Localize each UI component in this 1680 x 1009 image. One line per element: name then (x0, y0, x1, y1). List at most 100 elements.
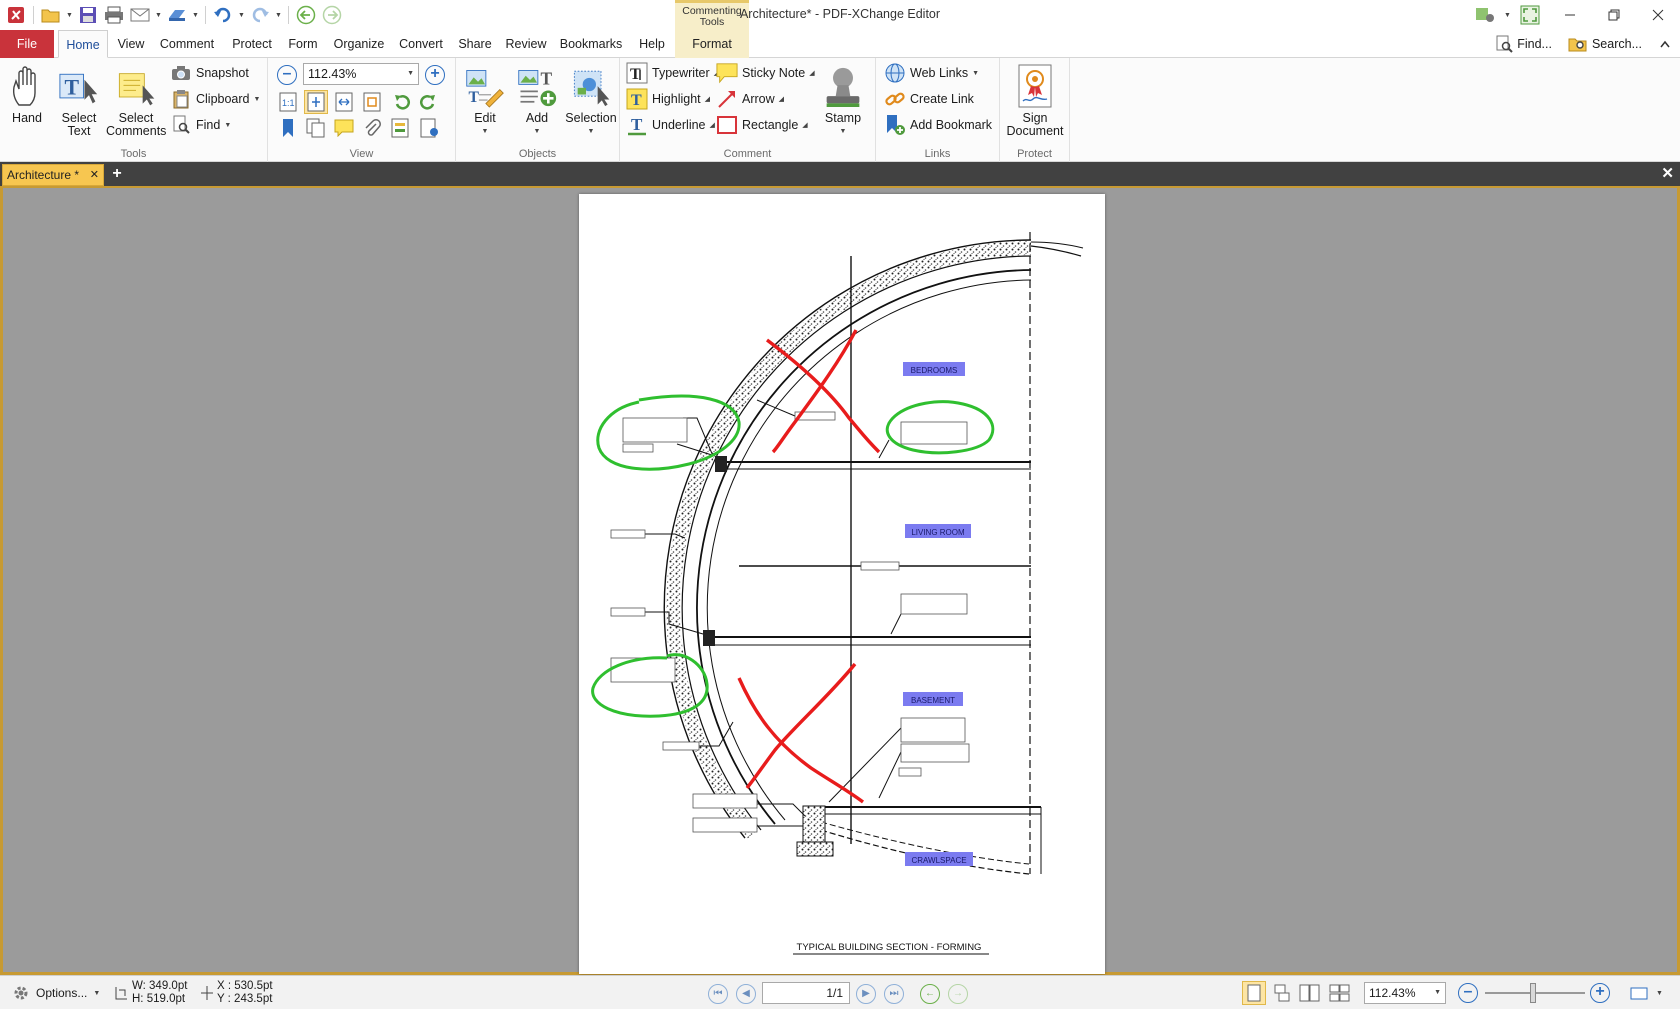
chevron-down-icon[interactable]: ▼ (1656, 976, 1663, 1009)
tab-form[interactable]: Form (282, 30, 324, 58)
snapshot-button[interactable]: Snapshot (170, 62, 249, 84)
attachments-pane-icon[interactable] (360, 116, 384, 140)
chevron-down-icon[interactable]: ▼ (65, 3, 74, 27)
page-number-input[interactable]: 1/1 (762, 982, 850, 1004)
collapse-ribbon-icon[interactable] (1650, 40, 1680, 48)
tab-format[interactable]: Format (675, 30, 749, 58)
facing-view-icon[interactable] (1298, 981, 1322, 1005)
sign-document-button[interactable]: Sign Document (1002, 62, 1068, 138)
single-page-view-icon[interactable] (1242, 981, 1266, 1005)
web-links-button[interactable]: Web Links ▼ (884, 62, 979, 84)
search-button[interactable]: Search... (1560, 35, 1650, 53)
zoom-slider-thumb[interactable] (1530, 983, 1536, 1003)
zoom-in-icon[interactable]: + (425, 65, 445, 85)
scan-icon[interactable] (165, 3, 189, 27)
stamp-button[interactable]: Stamp ▼ (818, 62, 868, 138)
zoom-level-select[interactable]: 112.43% ▼ (303, 63, 419, 85)
document-tab[interactable]: Architecture * ✕ (2, 164, 104, 186)
redo-icon[interactable] (248, 3, 272, 27)
tab-review[interactable]: Review (502, 30, 550, 58)
back-view-icon[interactable]: ← (920, 984, 940, 1004)
sticky-note-button[interactable]: Sticky Note ◢ (716, 62, 815, 84)
selection-button[interactable]: Selection ▼ (564, 62, 618, 138)
fit-visible-icon[interactable] (360, 90, 384, 114)
chevron-down-icon[interactable]: ▼ (1503, 3, 1512, 27)
bookmarks-pane-icon[interactable] (276, 116, 300, 140)
edit-button[interactable]: T Edit ▼ (460, 62, 510, 138)
arrow-button[interactable]: Arrow ◢ (716, 88, 784, 110)
rotate-left-icon[interactable] (390, 90, 414, 114)
ui-options-icon[interactable] (1469, 0, 1503, 30)
fit-page-icon[interactable] (304, 90, 328, 114)
red-cross-annotation[interactable] (745, 662, 857, 790)
previous-page-icon[interactable]: ◀ (736, 984, 756, 1004)
create-link-button[interactable]: Create Link (884, 88, 974, 110)
layers-pane-icon[interactable] (388, 116, 412, 140)
app-logo-icon[interactable] (4, 3, 28, 27)
link-icon (884, 88, 906, 110)
close-button[interactable] (1636, 0, 1680, 30)
pdf-page[interactable]: BEDROOMS LIVING ROOM BASEMENT CRAWLSPACE… (579, 194, 1105, 974)
fit-width-icon[interactable] (332, 90, 356, 114)
first-page-icon[interactable]: ⏮ (708, 984, 728, 1004)
tab-home[interactable]: Home (58, 30, 108, 58)
tab-file[interactable]: File (0, 30, 54, 58)
new-tab-icon[interactable]: + (108, 164, 126, 184)
add-button[interactable]: T Add ▼ (512, 62, 562, 138)
select-comments-button[interactable]: Select Comments (106, 62, 166, 138)
tab-view[interactable]: View (112, 30, 150, 58)
tab-bookmarks[interactable]: Bookmarks (556, 30, 626, 58)
zoom-out-icon[interactable]: – (277, 65, 297, 85)
save-icon[interactable] (76, 3, 100, 27)
chevron-down-icon[interactable]: ▼ (154, 3, 163, 27)
underline-button[interactable]: T Underline ◢ (626, 114, 715, 136)
document-viewer[interactable]: BEDROOMS LIVING ROOM BASEMENT CRAWLSPACE… (0, 186, 1680, 975)
find-tool-button[interactable]: Find ▼ (170, 114, 231, 136)
chevron-down-icon[interactable]: ▼ (274, 3, 283, 27)
room-label-crawlspace: CRAWLSPACE (911, 856, 966, 865)
tab-comment[interactable]: Comment (154, 30, 220, 58)
thumbnails-pane-icon[interactable] (304, 116, 328, 140)
open-folder-icon[interactable] (39, 3, 63, 27)
status-zoom-select[interactable]: 112.43% ▼ (1364, 982, 1446, 1004)
typewriter-button[interactable]: T Typewriter ◢ (626, 62, 719, 84)
actual-size-icon[interactable]: 1:1 (276, 90, 300, 114)
tab-share[interactable]: Share (452, 30, 498, 58)
tab-help[interactable]: Help (632, 30, 672, 58)
chevron-down-icon: ◢ (778, 96, 785, 103)
close-all-icon[interactable]: ✕ (1661, 164, 1674, 184)
undo-icon[interactable] (211, 3, 235, 27)
clipboard-button[interactable]: Clipboard ▼ (170, 88, 260, 110)
chevron-down-icon[interactable]: ▼ (237, 3, 246, 27)
last-page-icon[interactable]: ⏭ (884, 984, 904, 1004)
page-layout-icon[interactable] (1628, 981, 1652, 1005)
status-zoom-out-icon[interactable]: – (1458, 983, 1478, 1003)
back-icon[interactable] (294, 3, 318, 27)
select-text-button[interactable]: T Select Text (54, 62, 104, 138)
forward-icon[interactable] (320, 3, 344, 27)
tab-organize[interactable]: Organize (328, 30, 390, 58)
find-button[interactable]: Find... (1487, 35, 1560, 53)
minimize-button[interactable] (1548, 0, 1592, 30)
facing-continuous-view-icon[interactable] (1328, 981, 1352, 1005)
fullscreen-icon[interactable] (1512, 0, 1548, 30)
rotate-right-icon[interactable] (416, 90, 440, 114)
forward-view-icon[interactable]: → (948, 984, 968, 1004)
hand-button[interactable]: Hand (6, 62, 48, 125)
restore-button[interactable] (1592, 0, 1636, 30)
continuous-view-icon[interactable] (1270, 981, 1294, 1005)
status-zoom-in-icon[interactable]: + (1590, 983, 1610, 1003)
highlight-button[interactable]: T Highlight ◢ (626, 88, 710, 110)
rectangle-button[interactable]: Rectangle ◢ (716, 114, 808, 136)
add-bookmark-button[interactable]: Add Bookmark (884, 114, 992, 136)
properties-pane-icon[interactable] (418, 116, 442, 140)
close-tab-icon[interactable]: ✕ (90, 165, 99, 185)
next-page-icon[interactable]: ▶ (856, 984, 876, 1004)
print-icon[interactable] (102, 3, 126, 27)
tab-protect[interactable]: Protect (226, 30, 278, 58)
tab-convert[interactable]: Convert (394, 30, 448, 58)
options-button[interactable]: Options... ▼ (12, 976, 100, 1009)
email-icon[interactable] (128, 3, 152, 27)
chevron-down-icon[interactable]: ▼ (191, 3, 200, 27)
comments-pane-icon[interactable] (332, 116, 356, 140)
